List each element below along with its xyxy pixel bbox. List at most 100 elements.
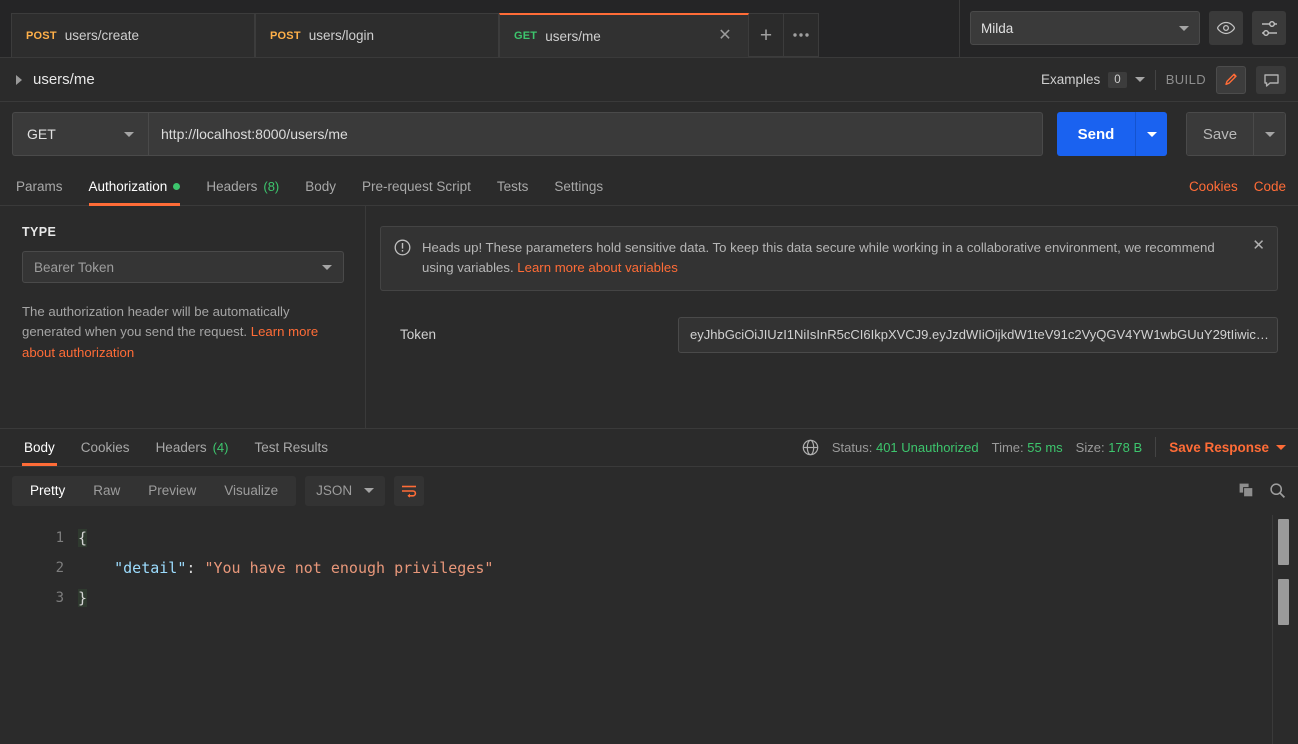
tab-tests[interactable]: Tests — [497, 168, 529, 206]
tab-authorization[interactable]: Authorization — [88, 168, 181, 206]
examples-dropdown[interactable]: Examples 0 — [1041, 71, 1145, 88]
response-body-code[interactable]: 1 { 2 "detail": "You have not enough pri… — [0, 514, 1298, 744]
auth-type-column: TYPE Bearer Token The authorization head… — [0, 206, 366, 428]
tab-label: Settings — [554, 179, 604, 194]
code-token-brace: } — [78, 588, 88, 607]
auth-help-sentence: The authorization header will be automat… — [22, 304, 290, 340]
close-banner-icon[interactable]: ✕ — [1248, 238, 1265, 253]
code-scrollbar[interactable] — [1272, 514, 1292, 744]
tab-label: Body — [305, 179, 337, 194]
save-response-label: Save Response — [1169, 439, 1269, 455]
auth-type-label: TYPE — [22, 225, 57, 239]
save-button-group: Save — [1186, 112, 1286, 156]
response-body-actions — [1238, 482, 1286, 499]
url-value: http://localhost:8000/users/me — [161, 126, 348, 142]
request-tab-users-create[interactable]: POST users/create — [11, 13, 255, 57]
edit-request-button[interactable] — [1216, 65, 1246, 94]
response-tab-body[interactable]: Body — [22, 428, 57, 466]
auth-type-selector[interactable]: Bearer Token — [22, 251, 344, 283]
format-raw[interactable]: Raw — [79, 476, 134, 506]
response-format-group: Pretty Raw Preview Visualize — [12, 475, 297, 506]
word-wrap-button[interactable] — [394, 475, 425, 506]
divider — [1154, 69, 1156, 90]
http-method-selector[interactable]: GET — [12, 112, 148, 156]
environment-quick-look-button[interactable] — [1209, 11, 1243, 45]
sliders-icon — [1261, 20, 1277, 36]
environment-controls: Milda — [959, 0, 1298, 57]
tab-method-label: GET — [514, 30, 538, 42]
response-tab-headers[interactable]: Headers (4) — [154, 428, 231, 466]
build-label[interactable]: BUILD — [1166, 72, 1206, 87]
tab-headers[interactable]: Headers (8) — [206, 168, 279, 206]
tab-label: Cookies — [80, 439, 130, 455]
save-response-button[interactable]: Save Response — [1169, 440, 1286, 455]
request-tab-users-me[interactable]: GET users/me ✕ — [499, 13, 749, 57]
format-preview[interactable]: Preview — [134, 476, 210, 506]
environment-selector[interactable]: Milda — [970, 11, 1200, 45]
http-method-value: GET — [27, 126, 56, 142]
tab-strip: POST users/create POST users/login GET u… — [0, 0, 959, 57]
postman-app: POST users/create POST users/login GET u… — [0, 0, 1298, 744]
response-language-selector[interactable]: JSON — [305, 475, 386, 506]
tab-label: Headers — [206, 179, 258, 194]
comments-button[interactable] — [1256, 65, 1286, 94]
save-options-button[interactable] — [1253, 113, 1285, 155]
response-language-value: JSON — [316, 483, 353, 498]
line-number: 2 — [55, 559, 64, 576]
search-icon[interactable] — [1269, 482, 1286, 499]
copy-icon[interactable] — [1238, 482, 1255, 499]
size-label: Size: — [1075, 439, 1105, 455]
size-metric: Size: 178 B — [1076, 440, 1143, 455]
token-label: Token — [400, 327, 437, 343]
response-tab-cookies[interactable]: Cookies — [79, 428, 132, 466]
request-tab-links: Cookies Code — [1189, 179, 1286, 194]
response-tab-test-results[interactable]: Test Results — [252, 428, 330, 466]
code-line: 3 } — [0, 583, 1298, 613]
tab-settings[interactable]: Settings — [554, 168, 603, 206]
tab-bar: POST users/create POST users/login GET u… — [0, 0, 1298, 58]
banner-learn-more-link[interactable]: Learn more about variables — [517, 260, 678, 275]
tab-label: Params — [16, 179, 63, 194]
tab-label: Test Results — [254, 439, 329, 455]
tab-body[interactable]: Body — [305, 168, 336, 206]
scrollbar-thumb[interactable] — [1278, 518, 1289, 565]
time-label: Time: — [991, 439, 1024, 455]
format-pretty[interactable]: Pretty — [16, 476, 79, 506]
code-token-separator: : — [186, 558, 205, 577]
token-input[interactable]: eyJhbGciOiJIUzI1NiIsInR5cCI6IkpXVCJ9.eyJ… — [678, 316, 1278, 353]
tab-label: Pre-request Script — [362, 179, 471, 194]
close-tab-icon[interactable]: ✕ — [716, 28, 734, 44]
environment-name: Milda — [981, 20, 1014, 36]
tab-pre-request-script[interactable]: Pre-request Script — [362, 168, 471, 206]
auth-help-text: The authorization header will be automat… — [22, 302, 347, 363]
comment-icon — [1263, 73, 1279, 87]
tab-method-label: POST — [26, 29, 57, 42]
token-value: eyJhbGciOiJIUzI1NiIsInR5cCI6IkpXVCJ9.eyJ… — [690, 327, 1269, 343]
code-link[interactable]: Code — [1254, 179, 1286, 194]
url-input[interactable]: http://localhost:8000/users/me — [148, 112, 1043, 156]
request-title-actions: Examples 0 BUILD — [1041, 65, 1286, 94]
tab-options-icon[interactable] — [784, 13, 819, 57]
save-button[interactable]: Save — [1187, 113, 1253, 155]
code-token-key: "detail" — [114, 558, 187, 577]
format-visualize[interactable]: Visualize — [210, 476, 292, 506]
cookies-link[interactable]: Cookies — [1189, 179, 1238, 194]
modified-dot-icon — [173, 183, 181, 190]
globe-icon[interactable] — [802, 439, 819, 456]
request-tab-users-login[interactable]: POST users/login — [255, 13, 499, 57]
send-options-button[interactable] — [1135, 112, 1167, 156]
request-title-row: users/me Examples 0 BUILD — [0, 58, 1298, 102]
eye-icon — [1216, 21, 1236, 35]
size-value: 178 B — [1108, 439, 1143, 455]
more-dots-icon — [793, 33, 809, 37]
tab-params[interactable]: Params — [16, 168, 63, 206]
expand-collapse-icon[interactable] — [16, 74, 22, 85]
send-button[interactable]: Send — [1057, 112, 1135, 156]
code-line: 1 { — [0, 523, 1298, 553]
environment-settings-button[interactable] — [1252, 11, 1286, 45]
tab-label: Authorization — [88, 179, 168, 194]
new-tab-button[interactable]: + — [749, 13, 784, 57]
chevron-down-icon — [1179, 25, 1189, 31]
sensitive-data-banner: Heads up! These parameters hold sensitiv… — [380, 226, 1278, 291]
